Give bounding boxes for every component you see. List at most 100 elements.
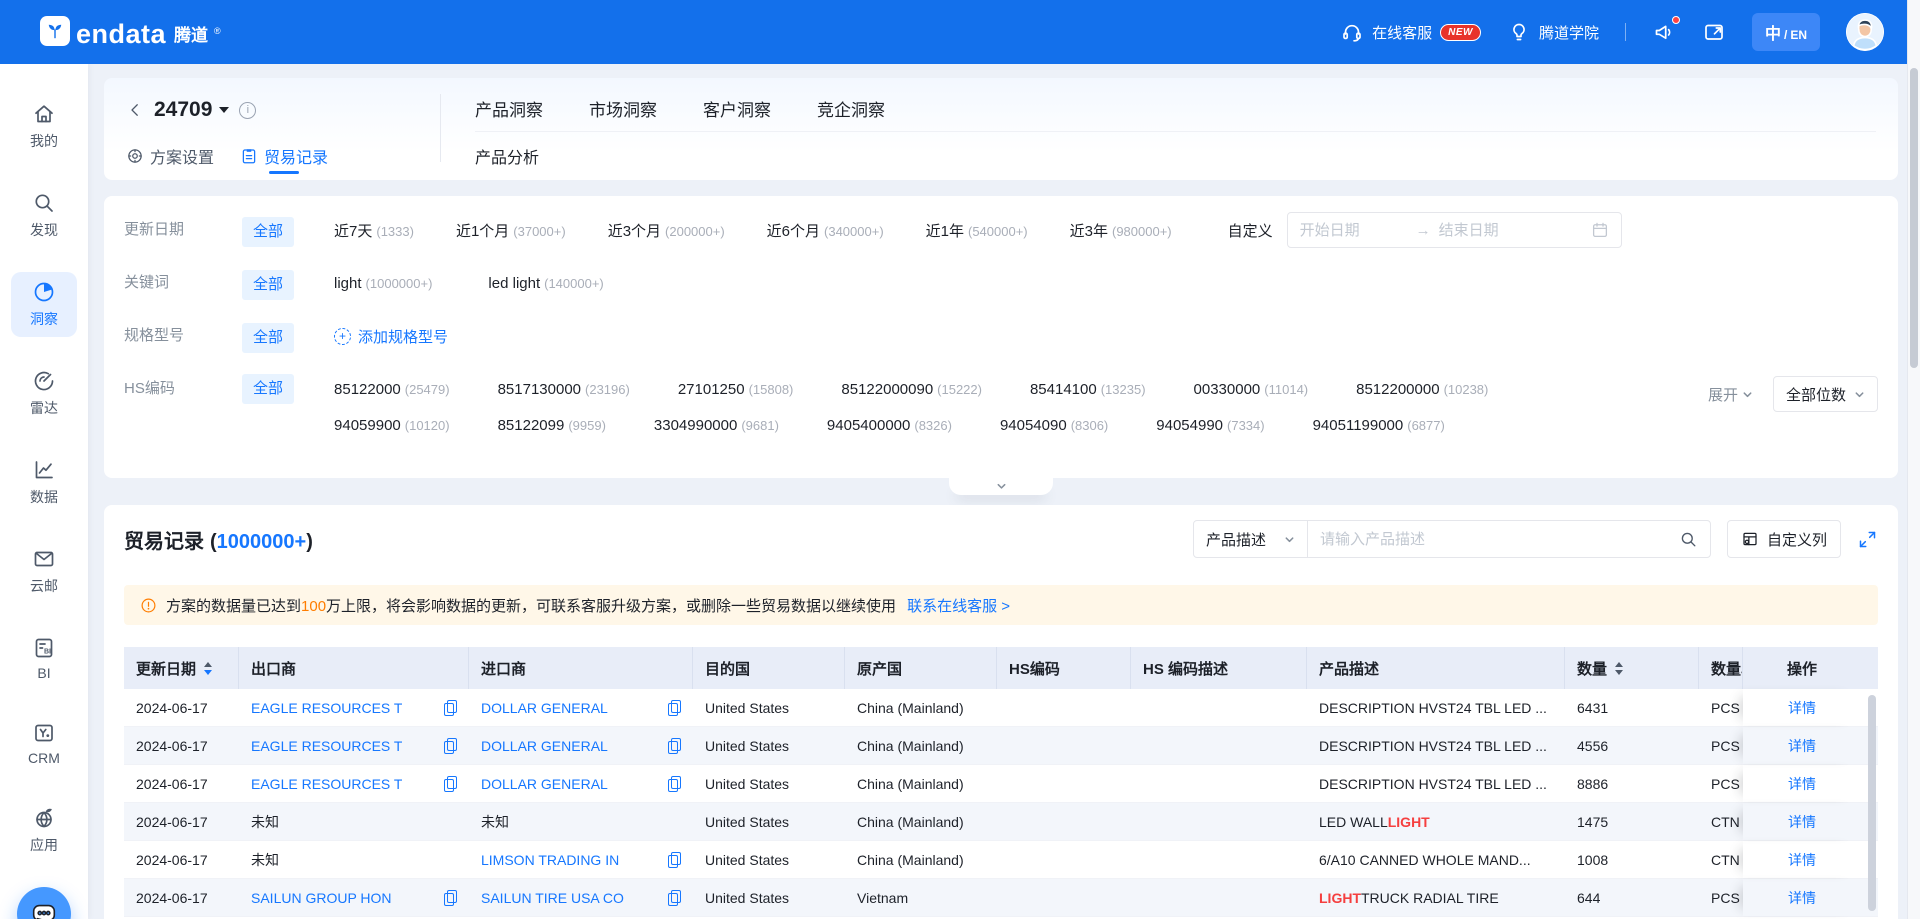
tab-trade-records[interactable]: 贸易记录	[240, 136, 328, 176]
page-scrollbar[interactable]	[1907, 0, 1920, 919]
detail-link[interactable]: 详情	[1788, 850, 1816, 870]
copy-icon[interactable]	[668, 776, 681, 792]
filter-all-chip[interactable]: 全部	[242, 217, 294, 247]
hs-option[interactable]: 8512200000(10238)	[1356, 381, 1488, 398]
language-switch-button[interactable]: 中 / EN	[1752, 13, 1820, 51]
hs-option[interactable]: 85122000090(15222)	[841, 381, 982, 398]
tab-market-insight[interactable]: 市场洞察	[589, 96, 657, 121]
sidebar-item-radar[interactable]: 雷达	[11, 361, 77, 426]
exporter-link[interactable]: EAGLE RESOURCES T	[251, 700, 402, 716]
user-avatar[interactable]	[1846, 13, 1884, 51]
copy-icon[interactable]	[668, 852, 681, 868]
sort-icon[interactable]	[204, 662, 212, 675]
exporter-link[interactable]: EAGLE RESOURCES T	[251, 738, 402, 754]
hs-expand-toggle[interactable]: 展开	[1708, 384, 1753, 405]
tab-product-analysis[interactable]: 产品分析	[475, 144, 539, 168]
plan-id-dropdown[interactable]: 24709	[154, 98, 229, 122]
info-icon[interactable]: i	[239, 102, 256, 119]
tab-product-insight[interactable]: 产品洞察	[475, 96, 543, 121]
hs-option[interactable]: 94059900(10120)	[334, 417, 450, 434]
tab-competitor-insight[interactable]: 竞企洞察	[817, 96, 885, 121]
hs-option[interactable]: 27101250(15808)	[678, 381, 794, 398]
back-chevron-icon[interactable]	[126, 101, 144, 119]
search-field-select[interactable]: 产品描述	[1194, 521, 1308, 557]
column-header-quantity[interactable]: 数量	[1565, 647, 1699, 689]
exporter-link[interactable]: EAGLE RESOURCES T	[251, 776, 402, 792]
copy-icon[interactable]	[444, 700, 457, 716]
tab-customer-insight[interactable]: 客户洞察	[703, 96, 771, 121]
custom-date-label[interactable]: 自定义	[1228, 220, 1273, 241]
sidebar-item-insight[interactable]: 洞察	[11, 272, 77, 337]
hs-option[interactable]: 8517130000(23196)	[498, 381, 630, 398]
copy-icon[interactable]	[668, 890, 681, 906]
filter-all-chip[interactable]: 全部	[242, 323, 294, 353]
keyword-option[interactable]: light(1000000+)	[334, 275, 432, 292]
search-input[interactable]	[1320, 531, 1679, 548]
importer-link[interactable]: DOLLAR GENERAL	[481, 700, 608, 716]
detail-link[interactable]: 详情	[1788, 888, 1816, 908]
hs-option[interactable]: 9405400000(8326)	[827, 417, 952, 434]
detail-link[interactable]: 详情	[1788, 774, 1816, 794]
copy-icon[interactable]	[444, 890, 457, 906]
keyword-option[interactable]: led light(140000+)	[488, 275, 603, 292]
tab-plan-settings[interactable]: 方案设置	[126, 136, 214, 176]
hs-option[interactable]: 00330000(11014)	[1194, 381, 1309, 398]
importer-link[interactable]: DOLLAR GENERAL	[481, 776, 608, 792]
contact-service-link[interactable]: 联系在线客服 >	[907, 595, 1010, 616]
exporter-link[interactable]: SAILUN GROUP HON	[251, 890, 392, 906]
academy-button[interactable]: 腾道学院	[1507, 20, 1599, 44]
online-service-label: 在线客服	[1372, 22, 1432, 43]
fullscreen-icon[interactable]	[1857, 529, 1878, 550]
copy-icon[interactable]	[444, 738, 457, 754]
sidebar-item-apps[interactable]: 应用	[11, 798, 77, 863]
date-option[interactable]: 近7天(1333)	[334, 220, 414, 241]
hs-option[interactable]: 3304990000(9681)	[654, 417, 779, 434]
custom-columns-button[interactable]: 自定义列	[1727, 520, 1841, 558]
importer-link[interactable]: LIMSON TRADING IN	[481, 852, 619, 868]
column-header-date[interactable]: 更新日期	[124, 647, 239, 689]
sidebar-item-data[interactable]: 数据	[11, 450, 77, 515]
live-chat-button[interactable]	[17, 887, 71, 919]
filters-collapse-tab[interactable]	[949, 477, 1053, 495]
detail-link[interactable]: 详情	[1788, 736, 1816, 756]
detail-link[interactable]: 详情	[1788, 698, 1816, 718]
date-range-picker[interactable]: →	[1287, 212, 1622, 248]
hs-option[interactable]: 94054990(7334)	[1156, 417, 1264, 434]
tendata-logo[interactable]: endata 腾道 ®	[40, 16, 221, 48]
hs-digits-select[interactable]: 全部位数	[1773, 376, 1878, 412]
copy-icon[interactable]	[444, 776, 457, 792]
hs-option[interactable]: 85122000(25479)	[334, 381, 450, 398]
importer-link[interactable]: SAILUN TIRE USA CO	[481, 890, 624, 906]
importer-link[interactable]: DOLLAR GENERAL	[481, 738, 608, 754]
copy-icon[interactable]	[668, 738, 681, 754]
sort-icon[interactable]	[1615, 662, 1623, 675]
column-header-product-desc: 产品描述	[1307, 647, 1565, 689]
date-option[interactable]: 近3年(980000+)	[1070, 220, 1172, 241]
table-vertical-scrollbar[interactable]	[1868, 695, 1876, 911]
sidebar-item-crm[interactable]: CRM	[11, 713, 77, 774]
announcements-button[interactable]	[1652, 20, 1676, 44]
date-option[interactable]: 近1个月(37000+)	[456, 220, 566, 241]
date-option[interactable]: 近3个月(200000+)	[608, 220, 725, 241]
detail-link[interactable]: 详情	[1788, 812, 1816, 832]
hs-option[interactable]: 85122099(9959)	[498, 417, 606, 434]
hs-option[interactable]: 94054090(8306)	[1000, 417, 1108, 434]
filter-all-chip[interactable]: 全部	[242, 270, 294, 300]
end-date-input[interactable]	[1439, 222, 1547, 239]
hs-option[interactable]: 85414100(13235)	[1030, 381, 1146, 398]
date-option[interactable]: 近1年(540000+)	[926, 220, 1028, 241]
screen-cast-button[interactable]	[1702, 20, 1726, 44]
filter-all-chip[interactable]: 全部	[242, 374, 294, 404]
add-spec-button[interactable]: + 添加规格型号	[334, 326, 448, 347]
copy-icon[interactable]	[668, 700, 681, 716]
online-service-button[interactable]: 在线客服 NEW	[1340, 20, 1481, 44]
sidebar-item-discover[interactable]: 发现	[11, 183, 77, 248]
date-option[interactable]: 近6个月(340000+)	[767, 220, 884, 241]
sidebar-item-mine[interactable]: 我的	[11, 94, 77, 159]
sidebar-item-cloudmail[interactable]: 云邮	[11, 539, 77, 604]
sidebar-item-bi[interactable]: BI BI	[11, 628, 77, 689]
search-icon[interactable]	[1679, 530, 1698, 549]
hs-option[interactable]: 94051199000(6877)	[1313, 417, 1445, 434]
start-date-input[interactable]	[1300, 222, 1408, 239]
page-scrollbar-thumb[interactable]	[1910, 68, 1918, 368]
